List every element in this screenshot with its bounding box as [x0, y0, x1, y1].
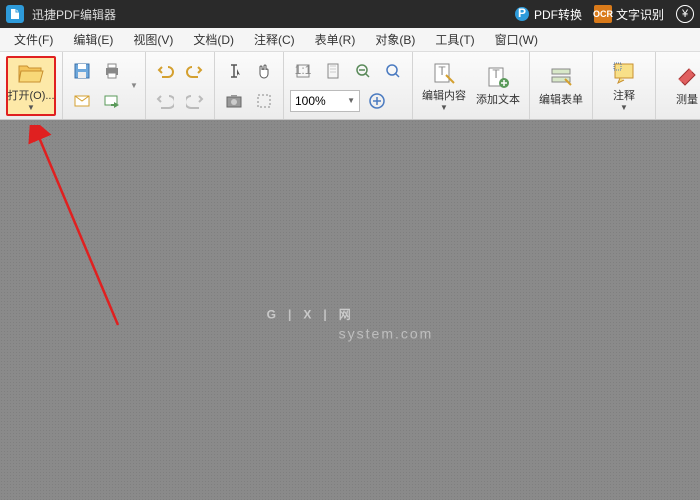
edit-content-icon: T: [430, 60, 458, 86]
select-area-button[interactable]: [251, 88, 277, 114]
currency-icon[interactable]: ¥: [676, 5, 694, 23]
toolbar-group-measure: 测量: [656, 52, 700, 119]
edit-form-button[interactable]: 编辑表单: [536, 56, 586, 116]
measure-label: 测量: [676, 91, 698, 107]
toolbar-group-save: ▼: [63, 52, 146, 119]
toolbar: 打开(O)... ▼ ▼ 1:1: [0, 52, 700, 120]
edit-content-button[interactable]: T 编辑内容 ▼: [419, 56, 469, 116]
dropdown-icon: ▼: [347, 96, 355, 105]
undo-all-button[interactable]: [152, 88, 178, 114]
toolbar-group-file: 打开(O)... ▼: [0, 52, 63, 119]
pdf-convert-label: PDF转换: [534, 6, 582, 23]
menu-document[interactable]: 文档(D): [183, 28, 244, 51]
ocr-icon: OCR: [594, 5, 612, 23]
menubar: 文件(F) 编辑(E) 视图(V) 文档(D) 注释(C) 表单(R) 对象(B…: [0, 28, 700, 52]
zoom-out-button[interactable]: [350, 58, 376, 84]
add-text-icon: T: [484, 64, 512, 90]
redo-button[interactable]: [182, 58, 208, 84]
edit-content-label: 编辑内容: [422, 87, 466, 103]
snapshot-button[interactable]: [221, 88, 247, 114]
toolbar-group-select: [215, 52, 284, 119]
edit-form-icon: [547, 64, 575, 90]
svg-text:1:1: 1:1: [295, 63, 312, 77]
folder-open-icon: [17, 60, 45, 86]
add-text-label: 添加文本: [476, 91, 520, 107]
toolbar-group-undo: [146, 52, 215, 119]
zoom-fit-button[interactable]: [380, 58, 406, 84]
fit-page-button[interactable]: [320, 58, 346, 84]
annotate-button[interactable]: 注释 ▼: [599, 56, 649, 116]
svg-text:T: T: [438, 64, 446, 78]
watermark: G|X|网 system.com: [267, 272, 434, 342]
open-button[interactable]: 打开(O)... ▼: [6, 56, 56, 116]
titlebar: 迅捷PDF编辑器 P PDF转换 OCR 文字识别 ¥: [0, 0, 700, 28]
menu-file[interactable]: 文件(F): [4, 28, 63, 51]
text-cursor-button[interactable]: [221, 58, 247, 84]
svg-text:P: P: [518, 6, 526, 20]
hand-button[interactable]: [251, 58, 277, 84]
menu-edit[interactable]: 编辑(E): [63, 28, 123, 51]
add-text-button[interactable]: T 添加文本: [473, 56, 523, 116]
zoom-in-button[interactable]: [364, 88, 390, 114]
print-button[interactable]: [99, 58, 125, 84]
menu-comment[interactable]: 注释(C): [244, 28, 305, 51]
wm-x: X: [303, 308, 313, 322]
fit-width-button[interactable]: 1:1: [290, 58, 316, 84]
menu-tool[interactable]: 工具(T): [425, 28, 484, 51]
measure-icon: [673, 64, 700, 90]
menu-window[interactable]: 窗口(W): [485, 28, 548, 51]
toolbar-group-form: 编辑表单: [530, 52, 593, 119]
app-title: 迅捷PDF编辑器: [32, 6, 514, 23]
wm-cn: 网: [339, 308, 353, 322]
redo-all-button[interactable]: [182, 88, 208, 114]
wm-g: G: [267, 308, 278, 322]
dropdown-icon: ▼: [440, 103, 448, 112]
dropdown-icon: ▼: [620, 103, 628, 112]
measure-button[interactable]: 测量: [662, 56, 700, 116]
menu-object[interactable]: 对象(B): [365, 28, 425, 51]
toolbar-group-zoom: 1:1 100% ▼: [284, 52, 413, 119]
annotate-icon: [610, 60, 638, 86]
menu-form[interactable]: 表单(R): [305, 28, 366, 51]
dropdown-icon: ▼: [27, 103, 35, 112]
undo-button[interactable]: [152, 58, 178, 84]
save-button[interactable]: [69, 58, 95, 84]
pdf-convert-button[interactable]: P PDF转换: [514, 6, 582, 23]
wm-domain: system.com: [339, 326, 434, 342]
send-button[interactable]: [99, 88, 125, 114]
zoom-input[interactable]: 100% ▼: [290, 90, 360, 112]
pdf-convert-icon: P: [514, 6, 530, 22]
ocr-label: 文字识别: [616, 6, 664, 23]
workspace: G|X|网 system.com: [0, 120, 700, 500]
zoom-value: 100%: [295, 94, 326, 108]
edit-form-label: 编辑表单: [539, 91, 583, 107]
menu-view[interactable]: 视图(V): [123, 28, 183, 51]
annotate-label: 注释: [613, 87, 635, 103]
app-logo-icon: [6, 5, 24, 23]
svg-text:T: T: [492, 67, 500, 81]
mail-button[interactable]: [69, 88, 95, 114]
open-label: 打开(O)...: [7, 87, 54, 103]
ocr-button[interactable]: OCR 文字识别: [594, 5, 664, 23]
toolbar-group-edit: T 编辑内容 ▼ T 添加文本: [413, 52, 530, 119]
toolbar-group-annotate: 注释 ▼: [593, 52, 656, 119]
annotation-arrow: [28, 125, 138, 335]
